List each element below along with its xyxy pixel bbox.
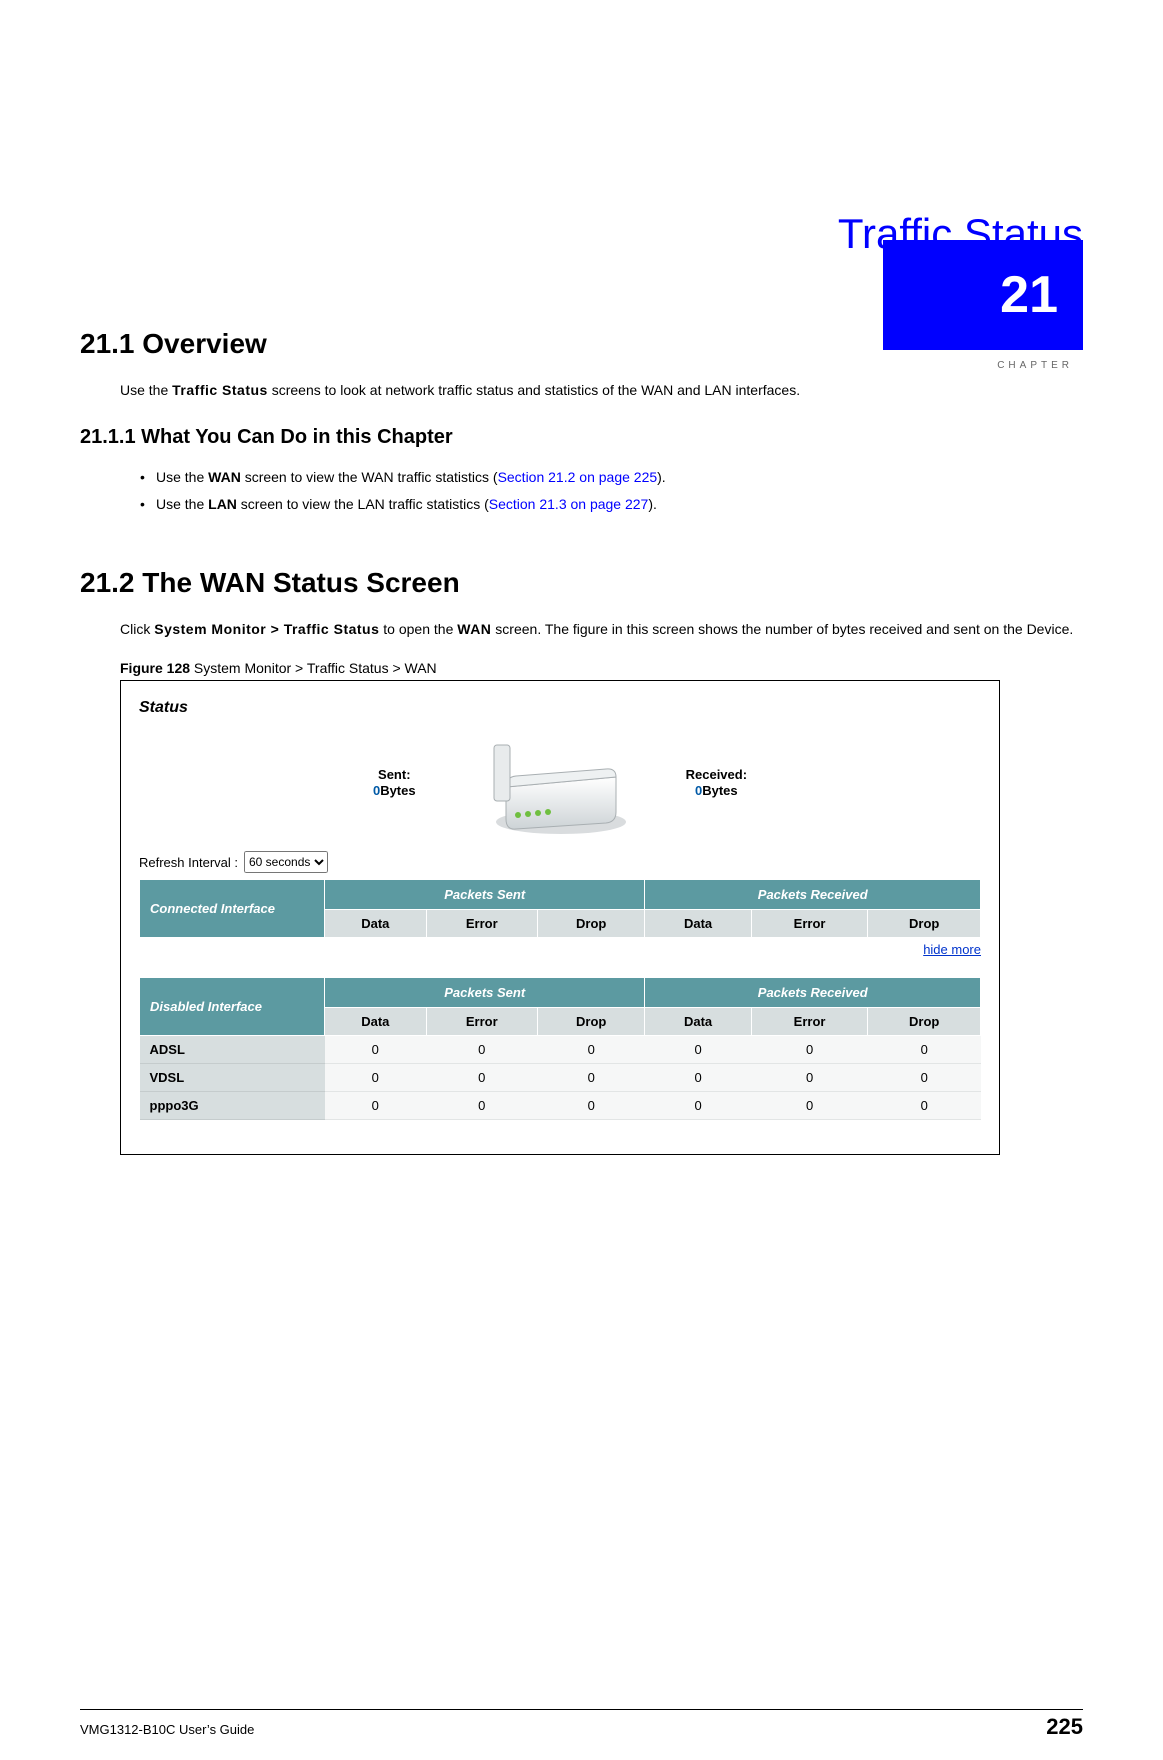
text: Use the [156,469,208,485]
refresh-row: Refresh Interval : 60 seconds [139,851,981,873]
subhead: Data [645,910,751,938]
text: screen. The figure in this screen shows … [491,621,1073,637]
cell: 0 [868,1064,981,1092]
footer-guide: VMG1312-B10C User’s Guide [80,1722,254,1737]
xref-link[interactable]: Section 21.3 on page 227 [489,496,649,512]
cell: 0 [325,1064,427,1092]
list-item: Use the WAN screen to view the WAN traff… [140,464,1083,491]
recv-unit: Bytes [702,783,737,798]
caption-text: System Monitor > Traffic Status > WAN [190,660,437,676]
cell: 0 [645,1092,751,1120]
group-recv: Packets Received [645,978,981,1008]
list-item: Use the LAN screen to view the LAN traff… [140,491,1083,518]
text: Use the [156,496,208,512]
chapter-label: CHAPTER [997,360,1073,371]
subhead: Drop [537,1008,644,1036]
cell: 0 [325,1036,427,1064]
cell: 0 [868,1092,981,1120]
cell: 0 [645,1036,751,1064]
cell: 0 [751,1092,868,1120]
refresh-label: Refresh Interval : [139,855,238,870]
chapter-badge: 21 [883,240,1083,350]
group-sent: Packets Sent [325,978,645,1008]
subhead: Error [426,1008,537,1036]
subhead: Data [325,1008,427,1036]
connected-interface-table: Connected Interface Packets Sent Packets… [139,879,981,938]
status-graphic: Sent: 0Bytes [139,727,981,837]
cell: 0 [868,1036,981,1064]
row-name: pppo3G [140,1092,325,1120]
cell: 0 [426,1036,537,1064]
refresh-interval-select[interactable]: 60 seconds [244,851,328,873]
sent-block: Sent: 0Bytes [373,767,416,798]
figure-caption: Figure 128 System Monitor > Traffic Stat… [120,660,1083,676]
subhead: Data [325,910,427,938]
cell: 0 [537,1092,644,1120]
text: Use the [120,382,172,398]
text-bold: System Monitor > Traffic Status [154,621,379,637]
cell: 0 [426,1092,537,1120]
figure-screenshot: Status Sent: 0Bytes [120,680,1000,1155]
subhead: Drop [868,1008,981,1036]
text: to open the [379,621,457,637]
text: screen to view the LAN traffic statistic… [237,496,489,512]
cando-list: Use the WAN screen to view the WAN traff… [140,464,1083,517]
table-row: VDSL 0 0 0 0 0 0 [140,1064,981,1092]
table-corner: Connected Interface [140,880,325,938]
text-bold: WAN [208,469,241,485]
xref-link[interactable]: Section 21.2 on page 225 [498,469,658,485]
cell: 0 [751,1036,868,1064]
table-row: ADSL 0 0 0 0 0 0 [140,1036,981,1064]
cell: 0 [537,1036,644,1064]
group-sent: Packets Sent [325,880,645,910]
recv-label: Received: [686,767,747,782]
recv-value-row: 0Bytes [686,782,747,798]
router-icon [466,727,636,837]
text-bold: Traffic Status [172,382,268,398]
row-name: ADSL [140,1036,325,1064]
subhead: Error [751,1008,868,1036]
text: ). [648,496,657,512]
cell: 0 [537,1064,644,1092]
disabled-interface-table: Disabled Interface Packets Sent Packets … [139,977,981,1120]
wan-paragraph: Click System Monitor > Traffic Status to… [120,619,1083,640]
status-title: Status [139,699,981,717]
table-row: pppo3G 0 0 0 0 0 0 [140,1092,981,1120]
subhead: Error [426,910,537,938]
overview-paragraph: Use the Traffic Status screens to look a… [120,380,1083,401]
cell: 0 [426,1064,537,1092]
subhead: Drop [537,910,644,938]
caption-label: Figure 128 [120,660,190,676]
subhead: Error [751,910,868,938]
text: ). [657,469,666,485]
text: screens to look at network traffic statu… [268,382,800,398]
sent-unit: Bytes [380,783,415,798]
cell: 0 [645,1064,751,1092]
sent-label: Sent: [373,767,416,782]
text: screen to view the WAN traffic statistic… [241,469,498,485]
hide-more-link[interactable]: hide more [139,942,981,957]
table-corner: Disabled Interface [140,978,325,1036]
chapter-number: 21 [1000,265,1058,325]
recv-block: Received: 0Bytes [686,767,747,798]
cell: 0 [325,1092,427,1120]
text-bold: LAN [208,496,237,512]
subsection-cando-heading: 21.1.1 What You Can Do in this Chapter [80,426,1083,449]
group-recv: Packets Received [645,880,981,910]
sent-value-row: 0Bytes [373,782,416,798]
text-bold: WAN [457,621,491,637]
subhead: Data [645,1008,751,1036]
row-name: VDSL [140,1064,325,1092]
page-number: 225 [1046,1714,1083,1740]
subhead: Drop [868,910,981,938]
text: Click [120,621,154,637]
section-wan-heading: 21.2 The WAN Status Screen [80,567,1083,599]
footer: VMG1312-B10C User’s Guide 225 [80,1709,1083,1740]
cell: 0 [751,1064,868,1092]
